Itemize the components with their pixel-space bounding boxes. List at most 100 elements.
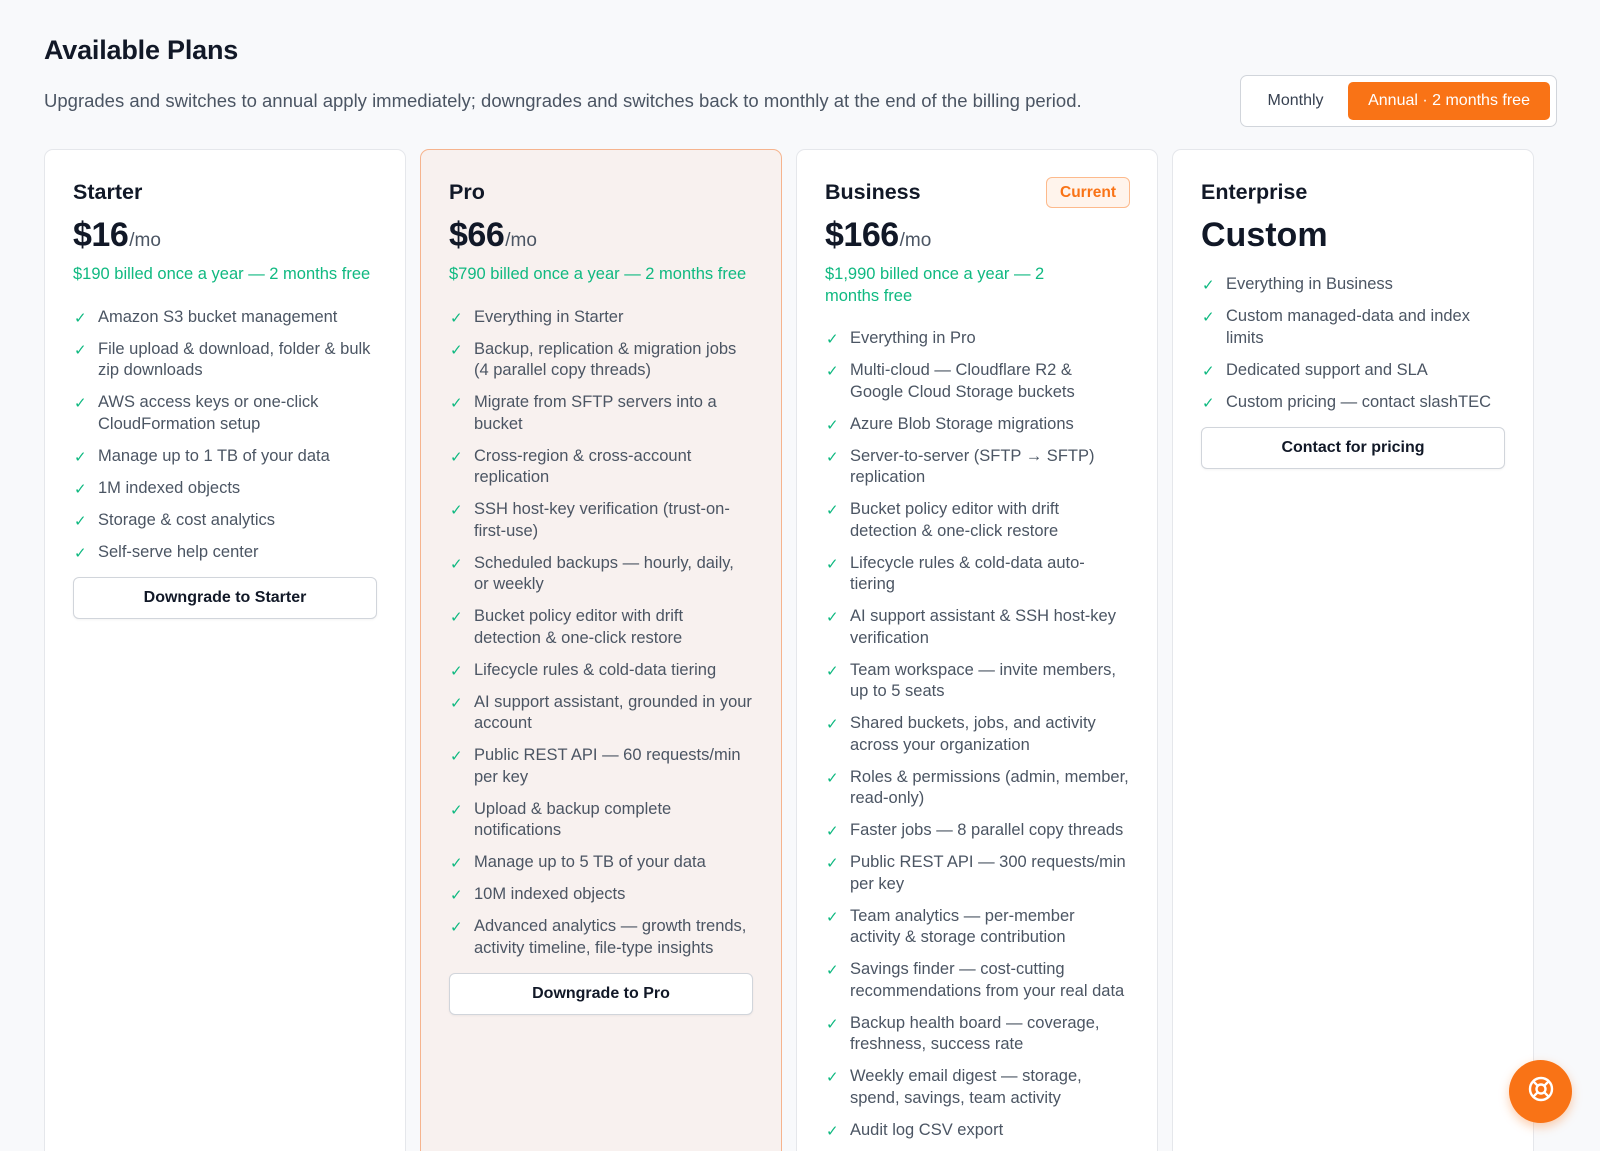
plan-feature-item: ✓ Custom pricing — contact slashTEC (1201, 392, 1505, 414)
page-title: Available Plans (44, 35, 239, 65)
plan-feature-item: ✓ Bucket policy editor with drift detecti… (825, 499, 1129, 542)
plan-feature-item: ✓ Backup health board — coverage, freshne… (825, 1013, 1129, 1056)
plan-name: Starter (73, 180, 143, 204)
check-icon: ✓ (450, 919, 463, 936)
annual-toggle-button[interactable]: Annual · 2 months free (1348, 82, 1550, 120)
plan-feature-text: AWS access keys or one-click CloudFormat… (98, 393, 319, 433)
plan-feature-item: ✓ Team analytics — per-member activity & … (825, 906, 1129, 949)
plan-feature-text: Upload & backup complete notifications (474, 799, 672, 840)
check-icon: ✓ (74, 395, 87, 412)
plan-price-row: $66 /mo (449, 216, 753, 256)
plan-feature-item: ✓ Roles & permissions (admin, member, rea… (825, 767, 1129, 810)
plan-feature-text: Public REST API — 300 requests/min per k… (850, 853, 1126, 893)
plan-feature-item: ✓ Server-to-server (SFTP → SFTP) replicat… (825, 446, 1129, 489)
plan-feature-text: Everything in Starter (474, 307, 624, 326)
plan-feature-text: Custom managed-data and index limits (1226, 307, 1470, 347)
plan-feature-item: ✓ Lifecycle rules & cold-data auto-tierin… (825, 553, 1129, 596)
check-icon: ✓ (826, 1122, 839, 1140)
plan-cards: Starter $16 /mo $190 billed once a year … (44, 149, 1556, 1151)
check-icon: ✓ (450, 855, 463, 872)
plan-feature-text: Self-serve help center (98, 542, 259, 561)
plan-feature-text: Server-to-server (SFTP → SFTP) replicati… (850, 446, 1095, 487)
plan-billed-annually: $1,990 billed once a year — 2 months fre… (825, 265, 1045, 305)
contact-for-pricing-button[interactable]: Contact for pricing (1201, 427, 1505, 469)
plan-billed-annually: $190 billed once a year — 2 months free (73, 265, 371, 283)
check-icon: ✓ (826, 962, 839, 979)
check-icon: ✓ (450, 502, 463, 519)
plan-price: Custom (1201, 216, 1328, 254)
downgrade-to-pro-button[interactable]: Downgrade to Pro (449, 973, 753, 1015)
plan-feature-text: Bucket policy editor with drift detectio… (474, 607, 684, 647)
downgrade-to-starter-button[interactable]: Downgrade to Starter (73, 577, 377, 619)
check-icon: ✓ (826, 609, 839, 626)
plan-feature-item: ✓ Scheduled backups — hourly, daily, or w… (449, 553, 753, 596)
plan-feature-item: ✓ Manage up to 5 TB of your data (449, 852, 753, 874)
plan-feature-text: Custom pricing — contact slashTEC (1226, 392, 1492, 411)
page-subtitle: Upgrades and switches to annual apply im… (44, 90, 1082, 111)
plan-feature-item: ✓ Lifecycle rules & cold-data tiering (449, 660, 753, 682)
plan-feature-item: ✓ Custom managed-data and index limits (1201, 306, 1505, 349)
plan-feature-item: ✓ Savings finder — cost-cutting recommend… (825, 959, 1129, 1002)
check-icon: ✓ (826, 823, 839, 840)
check-icon: ✓ (450, 694, 463, 712)
check-icon: ✓ (826, 1015, 839, 1033)
check-icon: ✓ (450, 309, 463, 327)
check-icon: ✓ (450, 341, 463, 359)
check-icon: ✓ (74, 512, 87, 530)
plan-feature-item: ✓ Public REST API — 60 requests/min per k… (449, 745, 753, 788)
check-icon: ✓ (826, 363, 839, 380)
plan-feature-item: ✓ Manage up to 1 TB of your data (73, 446, 377, 468)
billing-period-toggle: Monthly Annual · 2 months free (1240, 75, 1557, 127)
plan-feature-text: Shared buckets, jobs, and activity acros… (850, 714, 1096, 754)
plan-feature-text: Cross-region & cross-account replication (474, 446, 692, 487)
plan-feature-list: ✓ Everything in Pro ✓ Multi-cloud — Cloudfl… (825, 328, 1129, 1141)
plan-feature-item: ✓ Upload & backup complete notifications (449, 799, 753, 842)
check-icon: ✓ (1202, 394, 1215, 412)
plan-price: $16 (73, 216, 129, 254)
plan-feature-item: ✓ Amazon S3 bucket management (73, 307, 377, 329)
plan-feature-item: ✓ File upload & download, folder & bulk z… (73, 339, 377, 382)
plan-feature-item: ✓ Cross-region & cross-account replicatio… (449, 446, 753, 489)
plan-feature-item: ✓ Dedicated support and SLA (1201, 360, 1505, 382)
check-icon: ✓ (826, 555, 839, 573)
plan-feature-text: Backup, replication & migration jobs (4 … (474, 339, 737, 380)
plan-feature-item: ✓ Team workspace — invite members, up to … (825, 660, 1129, 703)
check-icon: ✓ (450, 448, 463, 466)
plan-feature-text: 1M indexed objects (98, 478, 241, 497)
check-icon: ✓ (450, 887, 463, 904)
monthly-toggle-button[interactable]: Monthly (1247, 82, 1344, 120)
plan-feature-text: Backup health board — coverage, freshnes… (850, 1013, 1100, 1054)
check-icon: ✓ (1202, 309, 1215, 326)
plan-card-enterprise: Enterprise Custom ✓ Everything in Busines… (1172, 149, 1534, 1151)
plan-feature-list: ✓ Amazon S3 bucket management ✓ File upload… (73, 307, 377, 564)
plan-feature-item: ✓ AWS access keys or one-click CloudForma… (73, 392, 377, 435)
plan-name: Enterprise (1201, 180, 1308, 204)
check-icon: ✓ (450, 662, 463, 680)
plan-feature-text: Azure Blob Storage migrations (850, 414, 1074, 433)
plan-feature-item: ✓ Everything in Starter (449, 307, 753, 329)
plan-period: /mo (129, 230, 161, 251)
plan-feature-item: ✓ AI support assistant & SSH host-key ver… (825, 606, 1129, 649)
plan-feature-item: ✓ Advanced analytics — growth trends, act… (449, 916, 753, 959)
check-icon: ✓ (450, 748, 463, 765)
plan-feature-text: Faster jobs — 8 parallel copy threads (850, 821, 1124, 839)
current-plan-badge: Current (1046, 177, 1130, 208)
plan-feature-text: Everything in Pro (850, 329, 976, 347)
check-icon: ✓ (826, 416, 839, 434)
plan-feature-item: ✓ 10M indexed objects (449, 884, 753, 906)
help-button[interactable] (1509, 1060, 1572, 1123)
plan-feature-text: SSH host-key verification (trust-on-firs… (474, 500, 730, 540)
plan-feature-text: Advanced analytics — growth trends, acti… (474, 917, 747, 957)
plan-period: /mo (899, 230, 932, 251)
plan-feature-text: Savings finder — cost-cutting recommenda… (850, 960, 1125, 1000)
plan-feature-text: AI support assistant & SSH host-key veri… (850, 607, 1116, 647)
plan-feature-item: ✓ Weekly email digest — storage, spend, s… (825, 1066, 1129, 1109)
plan-feature-list: ✓ Everything in Starter ✓ Backup, replicati… (449, 307, 753, 960)
plan-feature-text: Lifecycle rules & cold-data tiering (474, 660, 717, 679)
check-icon: ✓ (74, 341, 87, 359)
plan-period: /mo (505, 230, 537, 251)
plan-feature-item: ✓ Everything in Pro (825, 328, 1129, 350)
plan-feature-item: ✓ AI support assistant, grounded in your … (449, 692, 753, 735)
plan-feature-text: Everything in Business (1226, 275, 1393, 293)
plan-feature-item: ✓ Bucket policy editor with drift detecti… (449, 606, 753, 649)
